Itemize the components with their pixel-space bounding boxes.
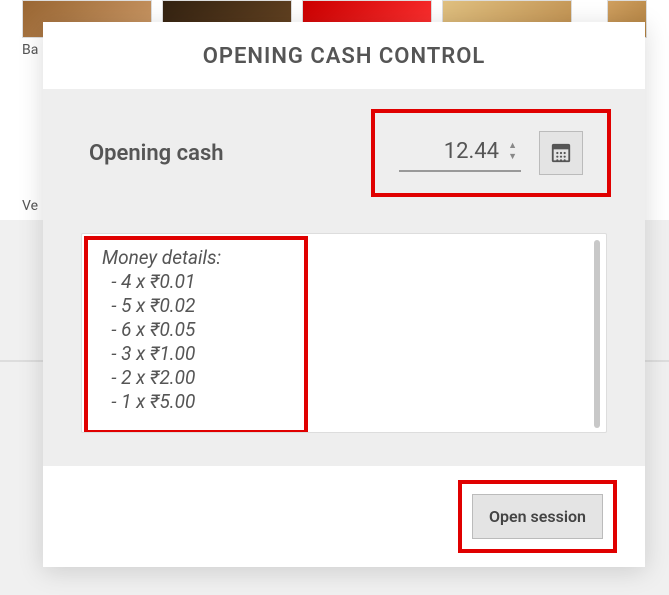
amount-stepper[interactable]: ▲ ▼ (508, 142, 517, 162)
opening-cash-modal: OPENING CASH CONTROL Opening cash ▲ ▼ (43, 22, 645, 567)
money-details-textarea[interactable]: Money details: - 4 x ₹0.01 - 5 x ₹0.02 -… (81, 233, 607, 433)
details-line: - 4 x ₹0.01 (102, 270, 195, 293)
calculator-button[interactable] (539, 131, 583, 175)
amount-field-wrap: ▲ ▼ (399, 135, 521, 172)
open-session-button[interactable]: Open session (472, 494, 603, 539)
details-heading: Money details: (102, 246, 221, 269)
calculator-icon (550, 142, 572, 164)
opening-cash-label: Opening cash (81, 141, 224, 166)
opening-cash-controls: ▲ ▼ (375, 113, 607, 193)
details-line: - 3 x ₹1.00 (102, 342, 195, 365)
stepper-down-icon[interactable]: ▼ (508, 153, 517, 162)
details-line: - 5 x ₹0.02 (102, 294, 195, 317)
opening-cash-input[interactable] (409, 139, 499, 164)
modal-body: Opening cash ▲ ▼ (43, 89, 645, 466)
scrollbar[interactable] (594, 240, 600, 428)
details-line: - 6 x ₹0.05 (102, 318, 195, 341)
modal-footer: Open session (43, 466, 645, 567)
stepper-up-icon[interactable]: ▲ (508, 142, 517, 151)
modal-title: OPENING CASH CONTROL (43, 22, 645, 89)
opening-cash-row: Opening cash ▲ ▼ (81, 113, 607, 193)
details-line: - 1 x ₹5.00 (102, 390, 195, 413)
money-details-text: Money details: - 4 x ₹0.01 - 5 x ₹0.02 -… (102, 246, 586, 414)
product-tag: Ve (22, 198, 38, 214)
details-line: - 2 x ₹2.00 (102, 366, 195, 389)
